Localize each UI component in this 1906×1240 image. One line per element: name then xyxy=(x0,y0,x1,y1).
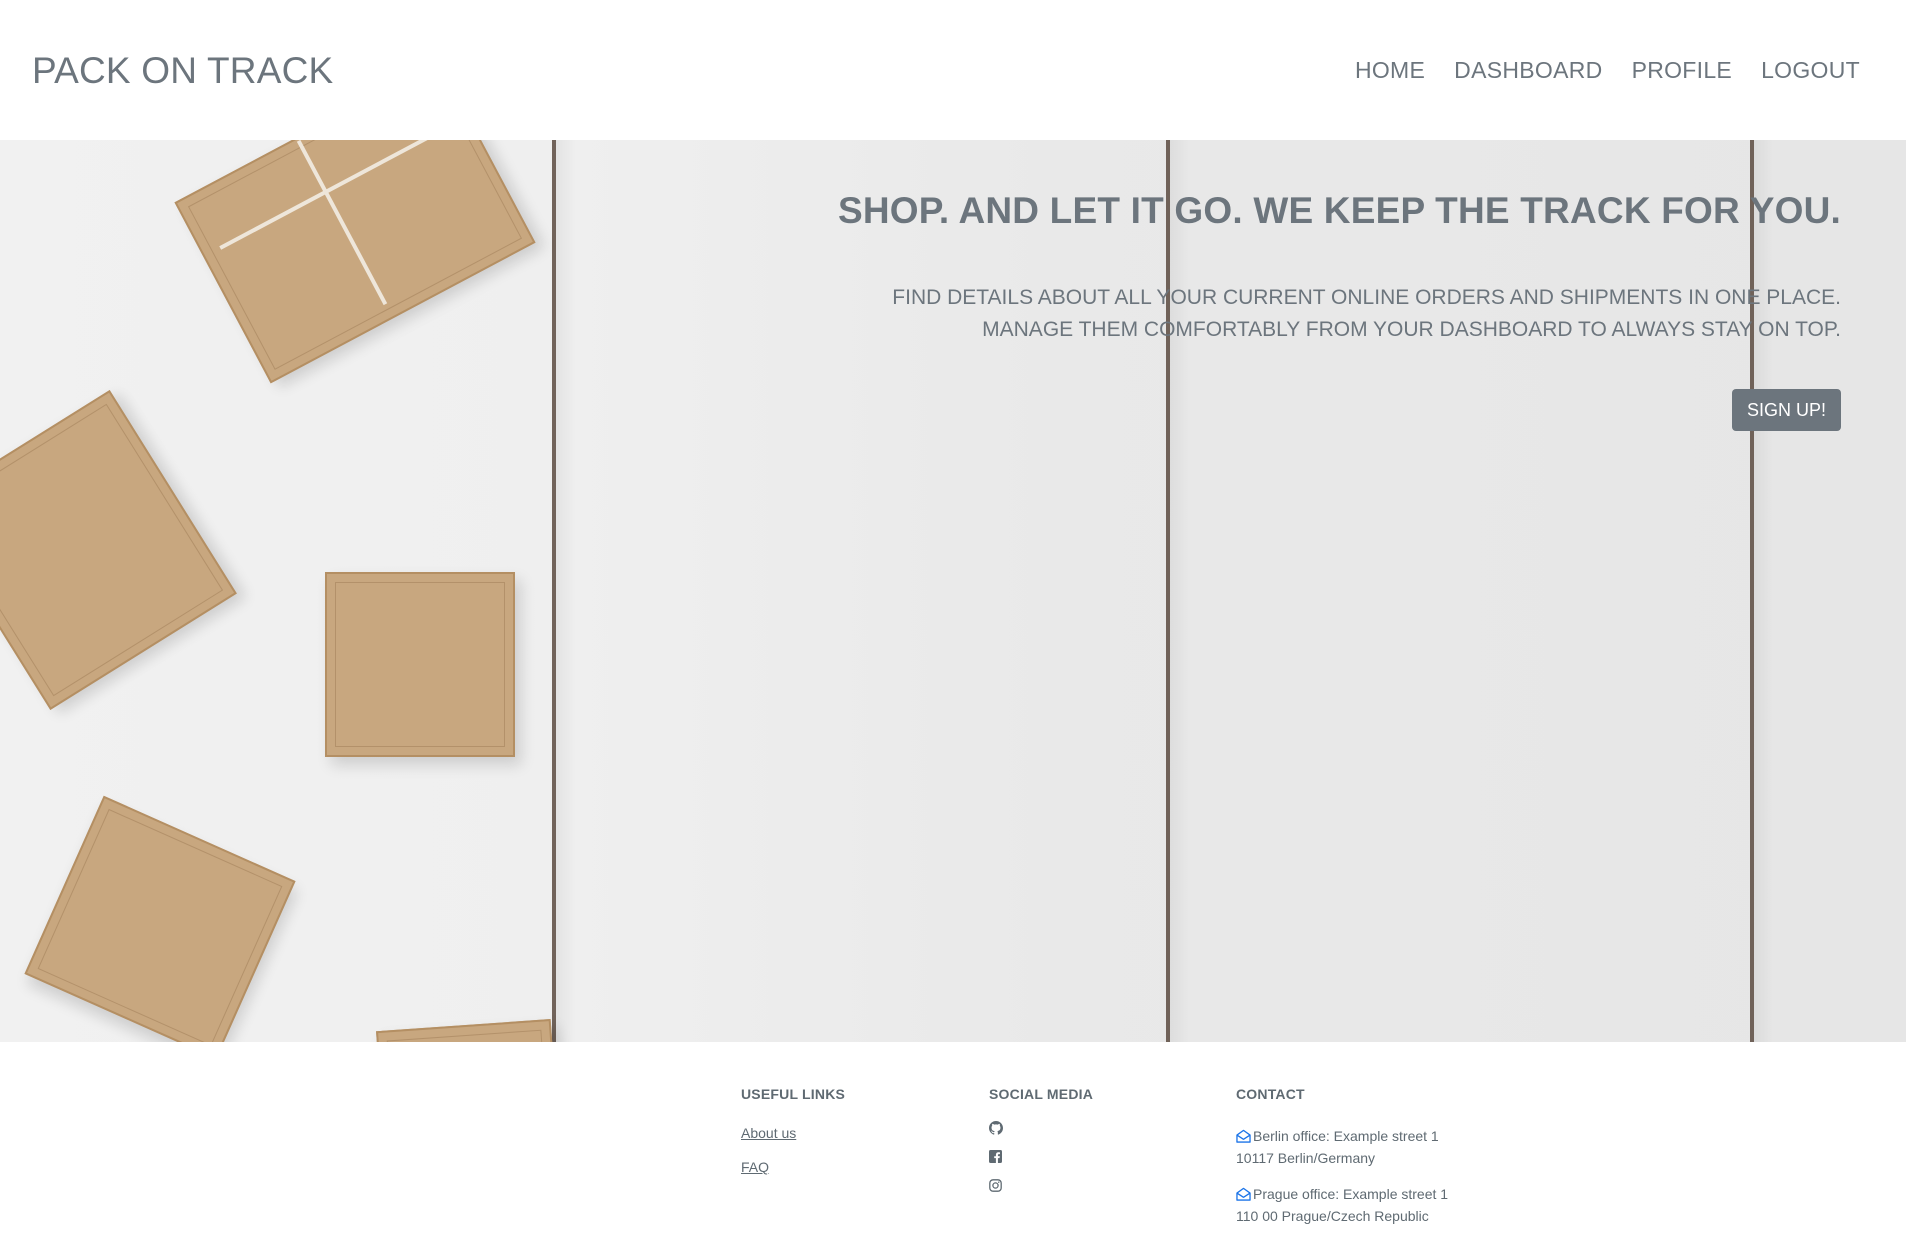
hero-section: SHOP. AND LET IT GO. WE KEEP THE TRACK F… xyxy=(0,140,1906,1042)
brand-logo[interactable]: PACK ON TRACK xyxy=(32,50,333,92)
facebook-icon[interactable] xyxy=(989,1150,1005,1166)
contact-heading: CONTACT xyxy=(1236,1086,1305,1102)
signup-button[interactable]: SIGN UP! xyxy=(1731,389,1841,431)
prague-office-line-1: Prague office: Example street 1 xyxy=(1253,1186,1449,1202)
nav-home[interactable]: HOME xyxy=(1355,57,1425,84)
prague-office-address: Prague office: Example street 1 110 00 P… xyxy=(1236,1183,1448,1227)
nav-dashboard[interactable]: DASHBOARD xyxy=(1454,57,1602,84)
footer-contact: CONTACT Berlin office: Example street 1 … xyxy=(1236,1086,1448,1240)
hero-title: SHOP. AND LET IT GO. WE KEEP THE TRACK F… xyxy=(837,190,1841,231)
main-nav: HOME DASHBOARD PROFILE LOGOUT xyxy=(1355,57,1860,84)
hero-description-line-1: FIND DETAILS ABOUT ALL YOUR CURRENT ONLI… xyxy=(892,286,1841,309)
footer-social-media: SOCIAL MEDIA xyxy=(989,1086,1093,1208)
berlin-office-line-1: Berlin office: Example street 1 xyxy=(1253,1128,1439,1144)
berlin-office-line-2: 10117 Berlin/Germany xyxy=(1236,1150,1376,1166)
envelope-open-icon xyxy=(1236,1128,1253,1144)
prague-office-line-2: 110 00 Prague/Czech Republic xyxy=(1236,1208,1429,1224)
useful-links-heading: USEFUL LINKS xyxy=(741,1086,846,1102)
navbar: PACK ON TRACK HOME DASHBOARD PROFILE LOG… xyxy=(0,0,1906,140)
envelope-open-icon xyxy=(1236,1186,1253,1202)
nav-profile[interactable]: PROFILE xyxy=(1632,57,1733,84)
about-us-link[interactable]: About us xyxy=(741,1125,845,1141)
footer: USEFUL LINKS About us FAQ SOCIAL MEDIA C… xyxy=(0,1042,1906,1240)
hero-description: FIND DETAILS ABOUT ALL YOUR CURRENT ONLI… xyxy=(881,282,1841,346)
berlin-office-address: Berlin office: Example street 1 10117 Be… xyxy=(1236,1125,1448,1169)
footer-useful-links: USEFUL LINKS About us FAQ xyxy=(741,1086,845,1193)
faq-link[interactable]: FAQ xyxy=(741,1159,845,1175)
nav-logout[interactable]: LOGOUT xyxy=(1761,57,1860,84)
instagram-icon[interactable] xyxy=(989,1179,1005,1195)
github-icon[interactable] xyxy=(989,1121,1005,1137)
social-media-heading: SOCIAL MEDIA xyxy=(989,1086,1094,1102)
hero-description-line-2: MANAGE THEM COMFORTABLY FROM YOUR DASHBO… xyxy=(982,318,1841,341)
